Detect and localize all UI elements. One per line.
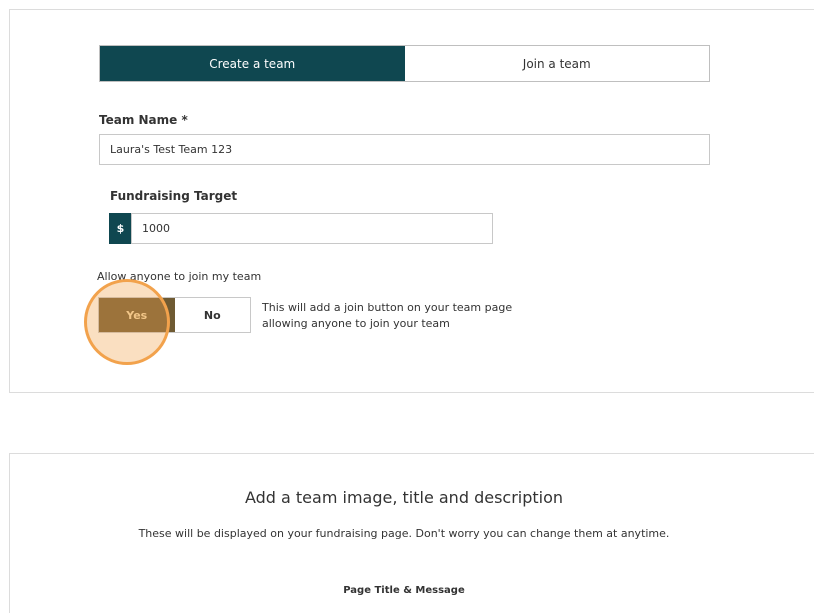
- join-hint-line-2: allowing anyone to join your team: [262, 317, 450, 330]
- tab-join-team-label: Join a team: [522, 56, 591, 71]
- join-hint-line-1: This will add a join button on your team…: [262, 301, 513, 314]
- tab-create-team[interactable]: Create a team: [100, 46, 405, 81]
- page-title-message-label: Page Title & Message: [343, 585, 465, 596]
- allow-join-label: Allow anyone to join my team: [97, 270, 262, 283]
- join-hint-text: This will add a join button on your team…: [262, 300, 562, 332]
- tab-create-team-label: Create a team: [209, 56, 296, 71]
- fundraising-target-label: Fundraising Target: [110, 189, 238, 203]
- no-button-label: No: [203, 308, 221, 322]
- team-image-section-subtitle: These will be displayed on your fundrais…: [138, 527, 670, 540]
- team-mode-tabs: Create a team Join a team: [99, 45, 710, 82]
- fundraising-target-input[interactable]: 1000: [131, 213, 493, 244]
- yes-button-label: Yes: [126, 308, 148, 322]
- yes-button[interactable]: Yes: [99, 298, 175, 332]
- no-button[interactable]: No: [174, 298, 250, 332]
- allow-join-toggle: Yes No: [98, 297, 251, 333]
- team-name-input[interactable]: Laura's Test Team 123: [99, 134, 710, 165]
- team-image-section-title: Add a team image, title and description: [244, 488, 564, 507]
- currency-prefix: $: [109, 213, 132, 244]
- tab-join-team[interactable]: Join a team: [404, 46, 709, 81]
- team-name-label: Team Name *: [99, 113, 188, 127]
